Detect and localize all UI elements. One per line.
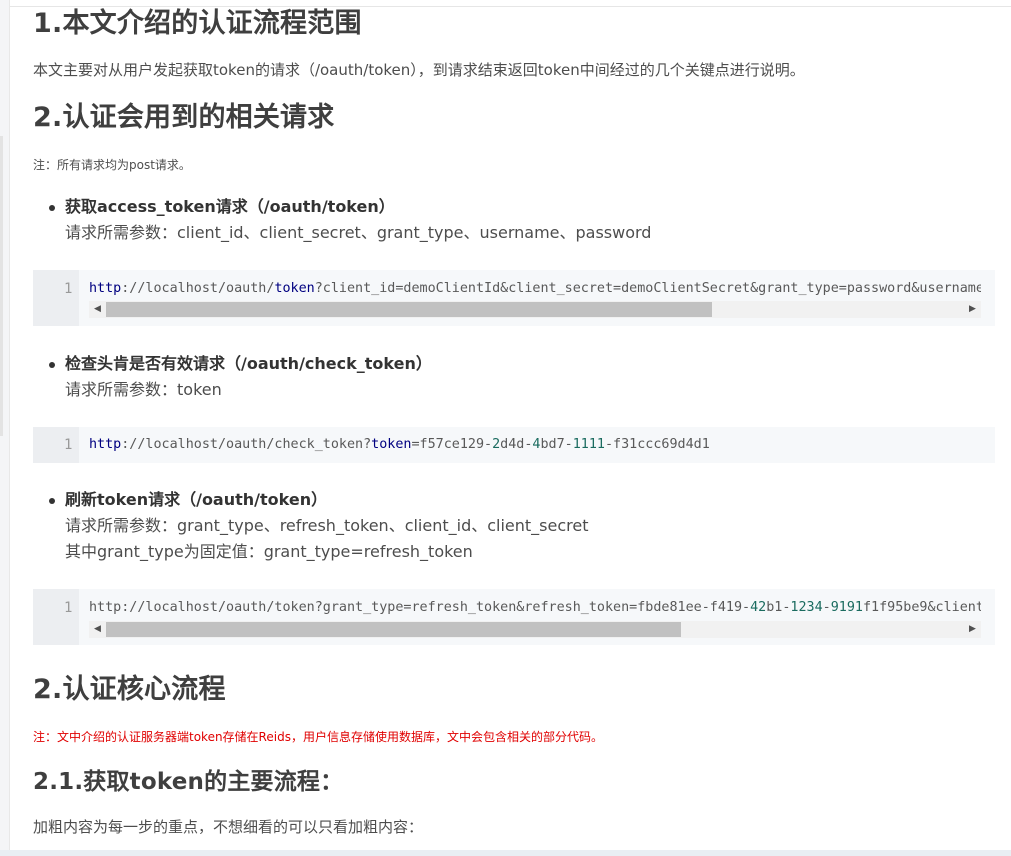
code-line: http://localhost/oauth/check_token?token…	[89, 437, 981, 452]
scroll-right-icon[interactable]: ▶	[964, 301, 981, 318]
request-title: 检查头肯是否有效请求（/oauth/check_token）	[65, 354, 432, 373]
core-flow-note: 注：文中介绍的认证服务器端token存储在Reids，用户信息存储使用数据库，文…	[33, 730, 603, 744]
core-flow-paragraph: 加粗内容为每一步的重点，不想细看的可以只看加粗内容：	[33, 818, 424, 836]
left-panel-edge	[0, 0, 10, 856]
scroll-thumb[interactable]	[106, 622, 681, 637]
requests-note: 注：所有请求均为post请求。	[33, 158, 191, 172]
code-token: ://localhost/oauth/	[121, 281, 275, 296]
code-token: 1234	[790, 600, 823, 615]
scroll-right-icon[interactable]: ▶	[964, 621, 981, 638]
code-token: bd7-	[540, 437, 573, 452]
code-token: -f31ccc69d4d1	[604, 437, 710, 452]
code-token: ?client_id=demoClientId&client_secret=de…	[314, 281, 981, 296]
code-token: =f57ce129-	[411, 437, 493, 452]
code-token: 2	[492, 437, 501, 452]
request-title: 刷新token请求（/oauth/token）	[65, 490, 328, 509]
code-line: http://localhost/oauth/token?grant_type=…	[89, 600, 981, 615]
code-token: 42	[750, 600, 767, 615]
code-block-check-token: 1 http://localhost/oauth/check_token?tok…	[33, 427, 995, 463]
heading-scope: 1.本文介绍的认证流程范围	[33, 8, 362, 39]
code-line: http://localhost/oauth/token?client_id=d…	[89, 281, 981, 296]
subheading-token-flow: 2.1.获取token的主要流程：	[33, 769, 344, 795]
heading-requests: 2.认证会用到的相关请求	[33, 102, 335, 133]
scroll-thumb[interactable]	[106, 302, 712, 317]
line-number: 1	[64, 437, 73, 453]
line-number: 1	[64, 281, 73, 297]
top-divider	[10, 6, 1011, 7]
request-params: 请求所需参数：client_id、client_secret、grant_typ…	[65, 223, 652, 242]
line-gutter	[33, 270, 79, 326]
bottom-bar	[0, 850, 1011, 856]
code-token: 1111	[572, 437, 605, 452]
left-panel-handle[interactable]	[0, 136, 3, 436]
code-token: token	[371, 437, 412, 452]
code-token: 9191	[830, 600, 863, 615]
request-params: 请求所需参数：token	[65, 380, 222, 399]
scroll-left-icon[interactable]: ◀	[89, 621, 106, 638]
code-token: b1-	[766, 600, 791, 615]
code-token: http	[89, 281, 122, 296]
horizontal-scrollbar[interactable]: ◀ ▶	[89, 301, 981, 318]
code-token: http	[89, 437, 122, 452]
code-token: ://localhost/oauth/check_token?	[121, 437, 372, 452]
code-token: -	[822, 600, 831, 615]
code-block-refresh-token: 1 http://localhost/oauth/token?grant_typ…	[33, 589, 995, 645]
bullet-icon	[49, 362, 55, 368]
horizontal-scrollbar[interactable]: ◀ ▶	[89, 621, 981, 638]
line-gutter	[33, 589, 79, 645]
heading-core-flow: 2.认证核心流程	[33, 674, 226, 705]
code-token: f1f95be9&client_id=	[862, 600, 981, 615]
bullet-icon	[49, 498, 55, 504]
code-block-token: 1 http://localhost/oauth/token?client_id…	[33, 270, 995, 326]
scroll-left-icon[interactable]: ◀	[89, 301, 106, 318]
line-number: 1	[64, 600, 73, 616]
request-fixed-value: 其中grant_type为固定值：grant_type=refresh_toke…	[65, 542, 473, 561]
request-title: 获取access_token请求（/oauth/token）	[65, 197, 395, 216]
intro-paragraph: 本文主要对从用户发起获取token的请求（/oauth/token），到请求结束…	[33, 61, 805, 79]
bullet-icon	[49, 205, 55, 211]
code-token: http://localhost/oauth/token?grant_type=…	[89, 600, 751, 615]
request-params: 请求所需参数：grant_type、refresh_token、client_i…	[65, 516, 589, 535]
code-token: d4d-	[500, 437, 533, 452]
code-token: token	[274, 281, 315, 296]
